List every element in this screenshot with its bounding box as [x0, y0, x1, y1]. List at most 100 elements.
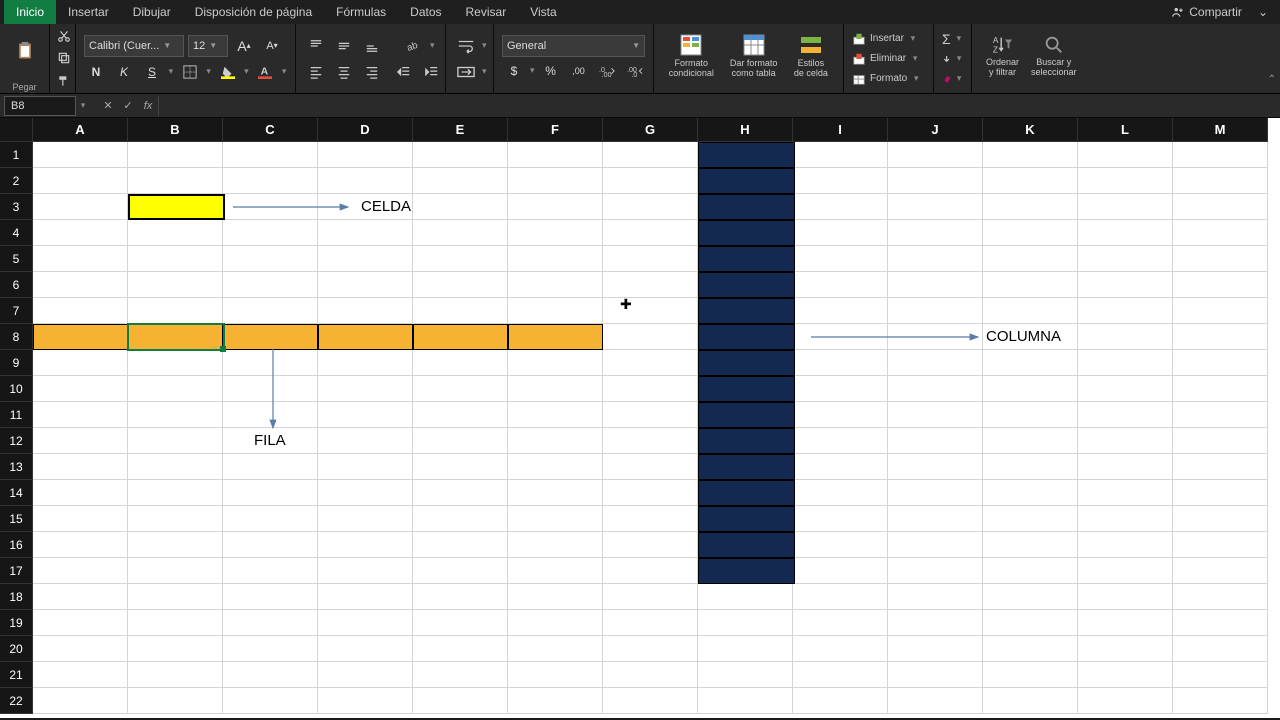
- cell[interactable]: [318, 350, 413, 376]
- columna-cell[interactable]: [698, 376, 795, 402]
- name-box-dropdown[interactable]: ▾: [76, 100, 90, 111]
- cell[interactable]: [128, 506, 223, 532]
- cell[interactable]: [223, 532, 318, 558]
- currency-button[interactable]: $: [502, 59, 526, 83]
- cell[interactable]: [128, 298, 223, 324]
- cell[interactable]: [888, 454, 983, 480]
- cell[interactable]: [793, 662, 888, 688]
- cell[interactable]: [698, 688, 793, 714]
- cell[interactable]: [1078, 428, 1173, 454]
- row-header[interactable]: 3: [0, 194, 33, 220]
- cell[interactable]: [888, 532, 983, 558]
- cell[interactable]: [983, 506, 1078, 532]
- number-format-select[interactable]: General▼: [502, 35, 645, 57]
- cell[interactable]: [508, 428, 603, 454]
- cell[interactable]: [508, 220, 603, 246]
- cell[interactable]: [413, 246, 508, 272]
- cell[interactable]: [983, 272, 1078, 298]
- cell[interactable]: [983, 454, 1078, 480]
- cell[interactable]: [1173, 688, 1268, 714]
- columna-cell[interactable]: [698, 454, 795, 480]
- cell[interactable]: [603, 636, 698, 662]
- collapse-ribbon-icon[interactable]: ⌃: [1268, 74, 1276, 85]
- comma-button[interactable]: ,00: [567, 59, 591, 83]
- cell[interactable]: [983, 168, 1078, 194]
- cell[interactable]: [223, 688, 318, 714]
- cell[interactable]: [1173, 246, 1268, 272]
- name-box[interactable]: B8: [4, 96, 76, 116]
- cell[interactable]: [793, 142, 888, 168]
- cell[interactable]: [888, 402, 983, 428]
- wrap-text-button[interactable]: [454, 34, 478, 58]
- row-header[interactable]: 11: [0, 402, 33, 428]
- cell[interactable]: [128, 662, 223, 688]
- cell[interactable]: [793, 272, 888, 298]
- columna-cell[interactable]: [698, 558, 795, 584]
- align-bottom-button[interactable]: [360, 34, 384, 58]
- cell[interactable]: [603, 220, 698, 246]
- column-header[interactable]: K: [983, 118, 1078, 142]
- cell[interactable]: [603, 454, 698, 480]
- cell[interactable]: [983, 610, 1078, 636]
- cell[interactable]: [698, 636, 793, 662]
- column-header[interactable]: D: [318, 118, 413, 142]
- cell[interactable]: [793, 688, 888, 714]
- cell[interactable]: [888, 428, 983, 454]
- cell[interactable]: [33, 272, 128, 298]
- fila-cell[interactable]: [508, 324, 603, 350]
- cell[interactable]: [413, 402, 508, 428]
- cell[interactable]: [603, 480, 698, 506]
- cell[interactable]: [698, 662, 793, 688]
- cell[interactable]: [33, 610, 128, 636]
- fill-button[interactable]: ▾: [942, 50, 963, 68]
- cell[interactable]: [508, 350, 603, 376]
- fx-button[interactable]: fx: [138, 100, 158, 112]
- columna-cell[interactable]: [698, 480, 795, 506]
- row-header[interactable]: 4: [0, 220, 33, 246]
- cell[interactable]: [603, 662, 698, 688]
- decrease-font-button[interactable]: A▾: [260, 34, 284, 58]
- cell[interactable]: [1078, 272, 1173, 298]
- copy-button[interactable]: [52, 48, 76, 68]
- cell[interactable]: [223, 350, 318, 376]
- cell[interactable]: [223, 168, 318, 194]
- row-header[interactable]: 16: [0, 532, 33, 558]
- formula-input[interactable]: [158, 96, 1280, 116]
- cell[interactable]: [1173, 220, 1268, 246]
- cell[interactable]: [1173, 194, 1268, 220]
- cell[interactable]: [888, 324, 983, 350]
- cell[interactable]: [1078, 220, 1173, 246]
- cell[interactable]: [413, 168, 508, 194]
- cell[interactable]: [33, 298, 128, 324]
- cell[interactable]: [128, 480, 223, 506]
- columna-cell[interactable]: [698, 246, 795, 272]
- cell[interactable]: [983, 662, 1078, 688]
- row-header[interactable]: 2: [0, 168, 33, 194]
- cell[interactable]: [223, 142, 318, 168]
- cell[interactable]: [983, 376, 1078, 402]
- cell[interactable]: [33, 376, 128, 402]
- column-header[interactable]: G: [603, 118, 698, 142]
- increase-decimal-button[interactable]: .0.00: [595, 59, 619, 83]
- cell[interactable]: [983, 246, 1078, 272]
- cancel-formula-button[interactable]: ✕: [98, 99, 118, 112]
- row-header[interactable]: 6: [0, 272, 33, 298]
- cell[interactable]: [413, 662, 508, 688]
- cell[interactable]: [793, 610, 888, 636]
- cell[interactable]: [128, 636, 223, 662]
- cell[interactable]: [128, 584, 223, 610]
- cell[interactable]: [1173, 298, 1268, 324]
- cell[interactable]: [508, 662, 603, 688]
- row-header[interactable]: 8: [0, 324, 33, 350]
- cell[interactable]: [1078, 246, 1173, 272]
- cell[interactable]: [33, 532, 128, 558]
- cell[interactable]: [888, 194, 983, 220]
- cell[interactable]: [793, 636, 888, 662]
- fila-cell[interactable]: [128, 324, 223, 350]
- column-header[interactable]: F: [508, 118, 603, 142]
- cell[interactable]: [413, 428, 508, 454]
- cell[interactable]: [223, 584, 318, 610]
- column-header[interactable]: L: [1078, 118, 1173, 142]
- cell[interactable]: [318, 558, 413, 584]
- row-header[interactable]: 20: [0, 636, 33, 662]
